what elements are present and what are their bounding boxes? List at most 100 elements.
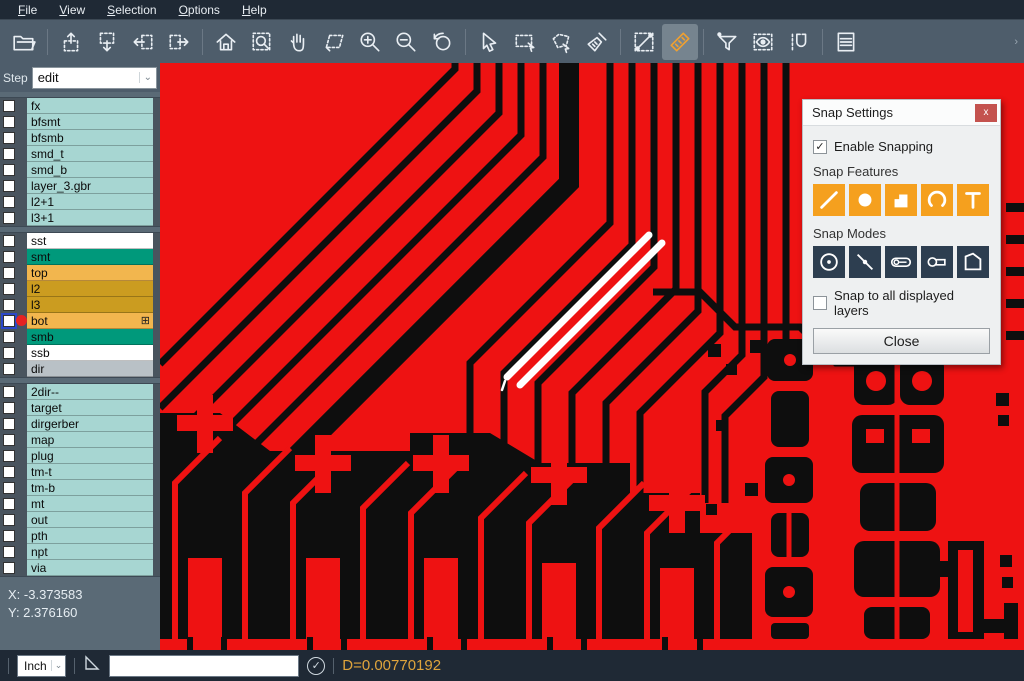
menu-help[interactable]: Help [232, 1, 277, 19]
select-cursor-button[interactable] [471, 24, 507, 60]
layer-checkbox[interactable] [3, 148, 15, 160]
snap-slot-end-button[interactable] [885, 246, 917, 278]
show-selection-button[interactable] [745, 24, 781, 60]
panel-shift-up-button[interactable] [53, 24, 89, 60]
layer-checkbox[interactable] [3, 235, 15, 247]
zoom-previous-button[interactable] [424, 24, 460, 60]
pcb-canvas[interactable]: Snap Settings x ✓ Enable Snapping Snap F… [160, 63, 1024, 650]
layer-checkbox[interactable] [3, 450, 15, 462]
snap-midpoint-button[interactable] [849, 246, 881, 278]
layer-checkbox[interactable] [3, 402, 15, 414]
snap-center-button[interactable] [813, 246, 845, 278]
dialog-title-bar[interactable]: Snap Settings x [803, 100, 1000, 126]
measure-line-button[interactable] [626, 24, 662, 60]
enable-snapping-row[interactable]: ✓ Enable Snapping [813, 139, 990, 154]
layer-row-dir[interactable]: dir [0, 361, 160, 377]
snap-slot-button[interactable] [921, 246, 953, 278]
layer-row-l2[interactable]: l2 [0, 281, 160, 297]
layer-row-plug[interactable]: plug [0, 448, 160, 464]
layer-row-tm-t[interactable]: tm-t [0, 464, 160, 480]
menu-options[interactable]: Options [169, 1, 230, 19]
select-polygon-button[interactable] [543, 24, 579, 60]
layer-row-2dir--[interactable]: 2dir-- [0, 384, 160, 400]
layer-checkbox[interactable] [3, 363, 15, 375]
panel-shift-down-button[interactable] [89, 24, 125, 60]
layer-checkbox[interactable] [3, 315, 15, 327]
layer-row-smd_t[interactable]: smd_t [0, 146, 160, 162]
measure-input[interactable] [109, 655, 299, 677]
layer-row-out[interactable]: out [0, 512, 160, 528]
layer-row-pth[interactable]: pth [0, 528, 160, 544]
layer-checkbox[interactable] [3, 347, 15, 359]
layer-row-smb[interactable]: smb [0, 329, 160, 345]
report-form-button[interactable] [828, 24, 864, 60]
snap-line-button[interactable] [813, 184, 845, 216]
layer-checkbox[interactable] [3, 299, 15, 311]
zoom-out-button[interactable] [388, 24, 424, 60]
layer-row-map[interactable]: map [0, 432, 160, 448]
layer-checkbox[interactable] [3, 251, 15, 263]
layer-checkbox[interactable] [3, 331, 15, 343]
layer-row-bfsmt[interactable]: bfsmt [0, 114, 160, 130]
open-folder-button[interactable] [6, 24, 42, 60]
menu-selection[interactable]: Selection [97, 1, 166, 19]
snap-surface-button[interactable] [885, 184, 917, 216]
snap-arc-button[interactable] [921, 184, 953, 216]
layer-checkbox[interactable] [3, 482, 15, 494]
layer-row-ssb[interactable]: ssb [0, 345, 160, 361]
apply-check-icon[interactable]: ✓ [307, 657, 325, 675]
layer-checkbox[interactable] [3, 562, 15, 574]
panel-shift-right-button[interactable] [161, 24, 197, 60]
layer-checkbox[interactable] [3, 386, 15, 398]
layer-checkbox[interactable] [3, 283, 15, 295]
select-rect-button[interactable] [507, 24, 543, 60]
clean-brush-button[interactable] [579, 24, 615, 60]
layer-checkbox[interactable] [3, 530, 15, 542]
layer-row-sst[interactable]: sst [0, 233, 160, 249]
layer-row-tm-b[interactable]: tm-b [0, 480, 160, 496]
layer-checkbox[interactable] [3, 434, 15, 446]
dialog-close-action-button[interactable]: Close [813, 328, 990, 354]
layer-row-smt[interactable]: smt [0, 249, 160, 265]
layer-checkbox[interactable] [3, 180, 15, 192]
layer-row-dirgerber[interactable]: dirgerber [0, 416, 160, 432]
layer-row-layer_3.gbr[interactable]: layer_3.gbr [0, 178, 160, 194]
layer-row-mt[interactable]: mt [0, 496, 160, 512]
layer-checkbox[interactable] [3, 418, 15, 430]
layer-checkbox[interactable] [3, 116, 15, 128]
snap-corner-button[interactable] [957, 246, 989, 278]
layer-row-target[interactable]: target [0, 400, 160, 416]
layer-row-fx[interactable]: fx [0, 98, 160, 114]
layer-checkbox[interactable] [3, 546, 15, 558]
step-dropdown[interactable]: edit ⌄ [32, 67, 157, 89]
layer-checkbox[interactable] [3, 466, 15, 478]
layer-checkbox[interactable] [3, 267, 15, 279]
measure-ruler-button[interactable] [662, 24, 698, 60]
all-layers-checkbox[interactable] [813, 296, 827, 310]
layer-row-top[interactable]: top [0, 265, 160, 281]
layer-row-l3[interactable]: l3 [0, 297, 160, 313]
layer-row-smd_b[interactable]: smd_b [0, 162, 160, 178]
menu-view[interactable]: View [49, 1, 95, 19]
angle-mode-icon[interactable] [83, 654, 101, 677]
grid-icon[interactable]: ⊞ [141, 314, 150, 327]
all-layers-row[interactable]: Snap to all displayed layers [813, 288, 990, 318]
layer-checkbox[interactable] [3, 132, 15, 144]
zoom-object-button[interactable] [316, 24, 352, 60]
layer-row-l2+1[interactable]: l2+1 [0, 194, 160, 210]
snap-magnet-button[interactable] [781, 24, 817, 60]
layer-checkbox[interactable] [3, 514, 15, 526]
layer-row-bot[interactable]: bot⊞ [0, 313, 160, 329]
zoom-in-button[interactable] [352, 24, 388, 60]
layer-checkbox[interactable] [3, 164, 15, 176]
zoom-window-button[interactable] [244, 24, 280, 60]
layer-checkbox[interactable] [3, 212, 15, 224]
toolbar-overflow-chevron[interactable]: › [1014, 36, 1018, 48]
panel-shift-left-button[interactable] [125, 24, 161, 60]
layer-checkbox[interactable] [3, 100, 15, 112]
filter-button[interactable] [709, 24, 745, 60]
snap-pad-button[interactable] [849, 184, 881, 216]
pan-button[interactable] [280, 24, 316, 60]
snap-text-button[interactable] [957, 184, 989, 216]
dialog-close-button[interactable]: x [975, 104, 997, 122]
